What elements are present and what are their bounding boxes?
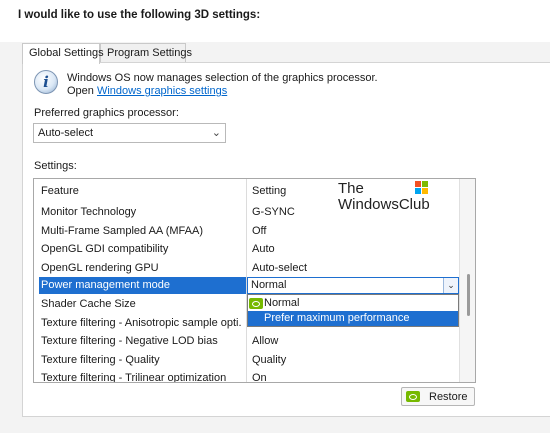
setting-cell: Off — [252, 224, 267, 237]
page-heading: I would like to use the following 3D set… — [18, 9, 261, 21]
nvidia-icon — [249, 298, 263, 309]
vertical-scrollbar[interactable] — [459, 179, 475, 382]
option-label: Prefer maximum performance — [264, 312, 410, 324]
table-row[interactable]: Texture filtering - Negative LOD bias Al… — [34, 333, 459, 351]
power-mode-dropdown-list: Normal Prefer maximum performance — [247, 294, 459, 327]
info-link-line: Open Windows graphics settings — [67, 85, 227, 97]
restore-label: Restore — [429, 391, 468, 403]
info-icon: i — [34, 70, 58, 94]
feature-cell: Texture filtering - Quality — [41, 353, 160, 366]
windows-graphics-settings-link[interactable]: Windows graphics settings — [97, 85, 227, 97]
watermark-logo: The WindowsClub — [338, 181, 430, 213]
restore-button[interactable]: Restore — [401, 387, 475, 406]
setting-cell: On — [252, 372, 267, 383]
info-message: Windows OS now manages selection of the … — [67, 72, 378, 84]
feature-cell: Texture filtering - Negative LOD bias — [41, 335, 218, 347]
table-row[interactable]: OpenGL GDI compatibility Auto — [34, 241, 459, 259]
option-label: Normal — [264, 297, 300, 309]
column-header-feature: Feature — [41, 185, 79, 197]
table-row[interactable]: Texture filtering - Quality Quality — [34, 352, 459, 370]
info-link-prefix: Open — [67, 85, 94, 97]
settings-label: Settings: — [34, 160, 77, 172]
setting-cell: G-SYNC — [252, 206, 295, 218]
option-normal[interactable]: Normal — [248, 296, 458, 311]
power-mode-combobox[interactable]: Normal ⌄ — [247, 277, 459, 294]
table-row[interactable]: Multi-Frame Sampled AA (MFAA) Off — [34, 223, 459, 241]
preferred-processor-label: Preferred graphics processor: — [34, 107, 179, 119]
table-row-selected[interactable]: Power management mode Normal ⌄ — [34, 277, 459, 295]
feature-cell: OpenGL rendering GPU — [41, 261, 159, 274]
setting-cell: Allow — [252, 335, 279, 347]
table-row[interactable]: Texture filtering - Trilinear optimizati… — [34, 370, 459, 383]
tab-global-settings[interactable]: Global Settings — [22, 43, 104, 64]
table-row[interactable]: OpenGL rendering GPU Auto-select — [34, 260, 459, 278]
feature-cell: Texture filtering - Anisotropic sample o… — [41, 316, 241, 329]
option-prefer-max-performance[interactable]: Prefer maximum performance — [248, 311, 458, 326]
chevron-down-icon: ⌄ — [211, 127, 221, 139]
setting-cell: Quality — [252, 353, 287, 366]
column-header-setting: Setting — [252, 185, 287, 197]
feature-cell: Multi-Frame Sampled AA (MFAA) — [41, 224, 203, 237]
feature-cell: Power management mode — [41, 279, 171, 291]
windows-logo-icon — [415, 181, 429, 195]
feature-cell: Monitor Technology — [41, 206, 137, 218]
preferred-processor-value: Auto-select — [38, 127, 94, 139]
combobox-value: Normal — [251, 279, 287, 291]
feature-cell: Shader Cache Size — [41, 298, 136, 310]
nvidia-icon — [406, 391, 420, 402]
preferred-processor-select[interactable]: Auto-select ⌄ — [33, 123, 226, 143]
tab-program-settings[interactable]: Program Settings — [100, 43, 192, 63]
chevron-down-icon[interactable]: ⌄ — [443, 278, 458, 293]
setting-cell: Auto — [252, 243, 275, 255]
feature-cell: Texture filtering - Trilinear optimizati… — [41, 372, 227, 383]
feature-cell: OpenGL GDI compatibility — [41, 243, 169, 255]
watermark-line2: WindowsClub — [338, 196, 430, 213]
scrollbar-thumb[interactable] — [467, 274, 470, 316]
setting-cell: Auto-select — [252, 261, 308, 274]
